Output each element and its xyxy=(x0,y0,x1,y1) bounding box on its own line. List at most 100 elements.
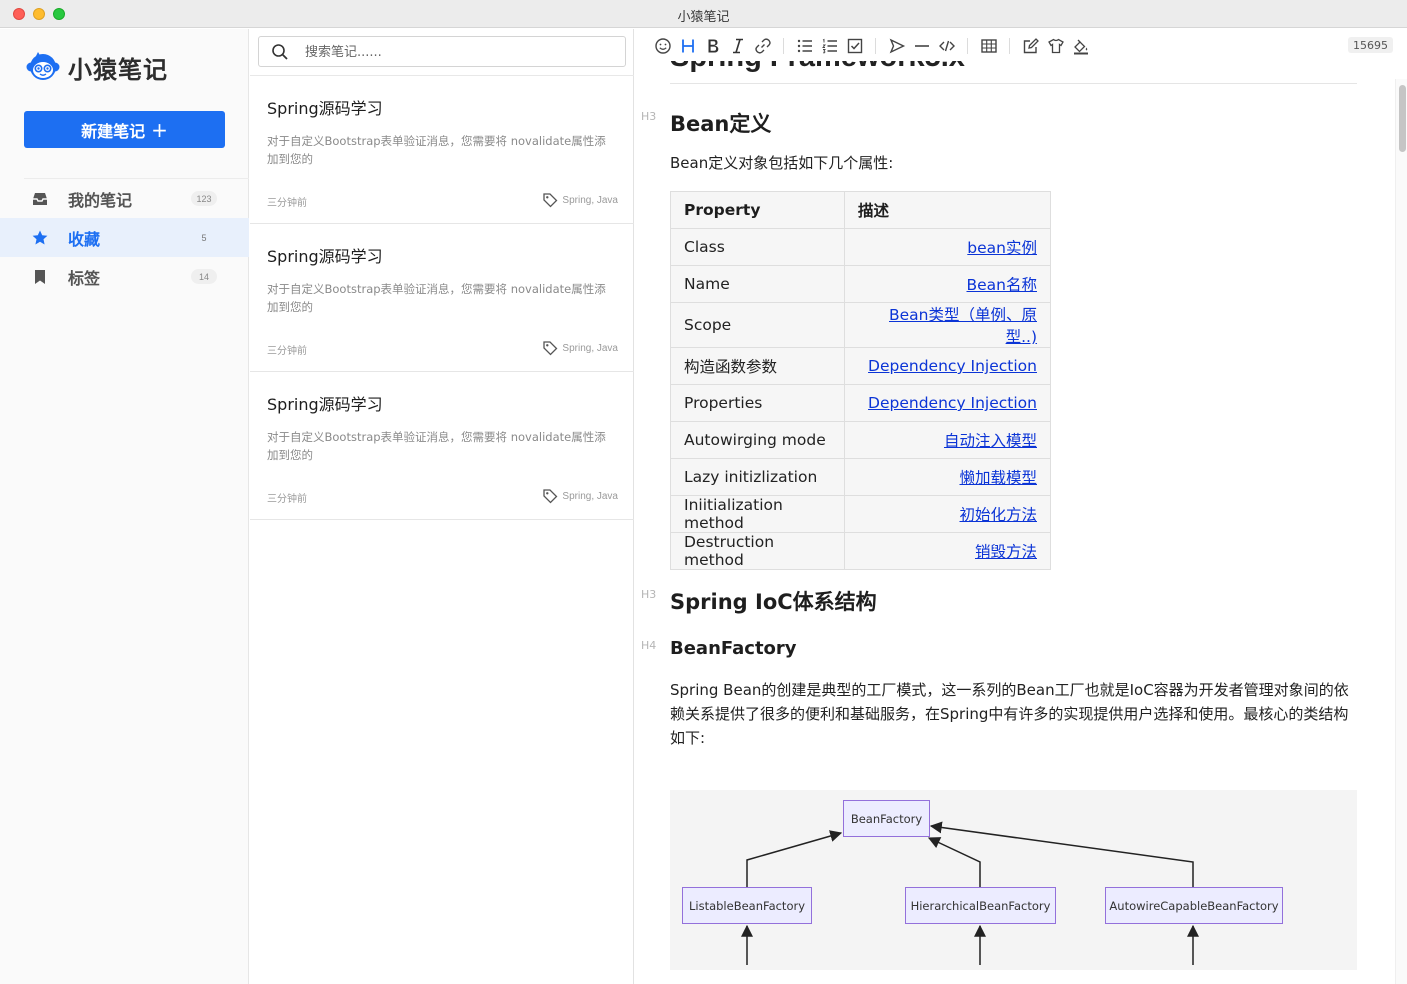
table-link[interactable]: Dependency Injection xyxy=(868,394,1037,412)
table-cell: Properties xyxy=(670,384,845,422)
sidebar-item-tags[interactable]: 标签 14 xyxy=(0,257,249,296)
table-row: Destruction method 销毁方法 xyxy=(670,532,1051,570)
logo-text: 小猿笔记 xyxy=(68,55,168,84)
section-paragraph: Spring Bean的创建是典型的工厂模式，这一系列的Bean工厂也就是IoC… xyxy=(670,681,1349,747)
search-icon xyxy=(272,44,288,60)
table-row: Scope Bean类型（单例、原型..) xyxy=(670,302,1051,348)
sidebar-item-label: 收藏 xyxy=(68,229,101,249)
uml-node: ListableBeanFactory xyxy=(682,887,812,924)
table-row: 构造函数参数 Dependency Injection xyxy=(670,347,1051,385)
italic-icon[interactable] xyxy=(728,36,748,56)
note-title: Spring源码学习 xyxy=(267,99,383,118)
subsection-heading: BeanFactory xyxy=(670,638,797,659)
sidebar-item-favorites[interactable]: 收藏 5 xyxy=(0,218,249,257)
table-cell: Bean类型（单例、原型..) xyxy=(844,302,1051,348)
emoji-icon[interactable] xyxy=(653,36,673,56)
edit-icon[interactable] xyxy=(1021,36,1041,56)
scrollbar-thumb[interactable] xyxy=(1399,85,1406,152)
heading-icon[interactable] xyxy=(678,36,698,56)
table-header-row: Property 描述 xyxy=(670,191,1051,229)
sidebar: 小猿笔记 新建笔记 + 我的笔记 123 收藏 5 标签 14 xyxy=(0,29,249,984)
table-row: Autowirging mode 自动注入模型 xyxy=(670,421,1051,459)
sidebar-item-count: 14 xyxy=(191,269,217,284)
code-icon[interactable] xyxy=(937,36,957,56)
sidebar-item-count: 5 xyxy=(201,232,207,243)
table-row: Class bean实例 xyxy=(670,228,1051,266)
table-cell: 懒加载模型 xyxy=(844,458,1051,496)
section-heading: Spring IoC体系结构 xyxy=(670,590,877,614)
note-tags: Spring, Java xyxy=(542,488,618,504)
note-card[interactable]: Spring源码学习 对于自定义Bootstrap表单验证消息，您需要将 nov… xyxy=(250,372,634,520)
note-excerpt: 对于自定义Bootstrap表单验证消息，您需要将 novalidate属性添加… xyxy=(267,134,606,166)
link-icon[interactable] xyxy=(753,36,773,56)
tag-icon xyxy=(543,341,558,356)
table-cell: 销毁方法 xyxy=(844,532,1051,570)
inbox-icon xyxy=(31,190,49,208)
search-box xyxy=(258,36,626,67)
table-link[interactable]: Bean类型（单例、原型..) xyxy=(889,306,1037,346)
table-cell: Dependency Injection xyxy=(844,384,1051,422)
table-icon[interactable] xyxy=(979,36,999,56)
table-cell: Lazy initizlization xyxy=(670,458,845,496)
uml-node: BeanFactory xyxy=(843,800,930,837)
table-link[interactable]: bean实例 xyxy=(967,239,1037,257)
window-title: 小猿笔记 xyxy=(677,10,730,25)
search-input[interactable] xyxy=(305,41,605,63)
note-title: Spring源码学习 xyxy=(267,395,383,414)
diagram-edges xyxy=(741,821,1199,965)
table-link[interactable]: 懒加载模型 xyxy=(959,469,1037,487)
note-excerpt: 对于自定义Bootstrap表单验证消息，您需要将 novalidate属性添加… xyxy=(267,430,606,462)
tag-icon xyxy=(543,193,558,208)
editor-scrollbar[interactable] xyxy=(1395,79,1407,984)
table-cell: Class xyxy=(670,228,845,266)
table-link[interactable]: 初始化方法 xyxy=(959,506,1037,524)
note-list-panel: Spring源码学习 对于自定义Bootstrap表单验证消息，您需要将 nov… xyxy=(250,29,634,984)
class-diagram: BeanFactory ListableBeanFactory Hierarch… xyxy=(670,790,1357,970)
document: Spring Framework5.x H3 Bean定义 Bean定义对象包括… xyxy=(635,29,1395,984)
note-card[interactable]: Spring源码学习 对于自定义Bootstrap表单验证消息，您需要将 nov… xyxy=(250,76,634,224)
editor-toolbar: 15695 xyxy=(635,29,1407,61)
toolbar-separator xyxy=(967,38,968,54)
note-card[interactable]: Spring源码学习 对于自定义Bootstrap表单验证消息，您需要将 nov… xyxy=(250,224,634,372)
theme-icon[interactable] xyxy=(1046,36,1066,56)
bold-icon[interactable] xyxy=(703,36,723,56)
tag-icon xyxy=(543,489,558,504)
note-time: 三分钟前 xyxy=(267,346,307,357)
new-note-label: 新建笔记 xyxy=(81,121,146,141)
format-icon[interactable] xyxy=(1071,36,1091,56)
app-window: 小猿笔记 小猿笔记 新建笔记 + 我的笔记 123 收藏 5 标签 14 搜索笔… xyxy=(0,0,1407,984)
section-heading: Bean定义 xyxy=(670,112,772,136)
heading-level-marker: H3 xyxy=(641,588,657,601)
sidebar-item-my-notes[interactable]: 我的笔记 123 xyxy=(0,179,249,218)
editor-panel: Spring Framework5.x H3 Bean定义 Bean定义对象包括… xyxy=(635,29,1407,984)
checklist-icon[interactable] xyxy=(845,36,865,56)
note-title: Spring源码学习 xyxy=(267,247,383,266)
table-header-cell: 描述 xyxy=(844,191,1051,229)
table-cell: 初始化方法 xyxy=(844,495,1051,533)
note-tags: Spring, Java xyxy=(542,192,618,208)
note-time: 三分钟前 xyxy=(267,198,307,209)
note-tags-text: Spring, Java xyxy=(562,490,618,502)
table-cell: Iniitialization method xyxy=(670,495,845,533)
table-row: Lazy initizlization 懒加载模型 xyxy=(670,458,1051,496)
bullet-list-icon[interactable] xyxy=(795,36,815,56)
hr-icon[interactable] xyxy=(912,36,932,56)
table-link[interactable]: 销毁方法 xyxy=(975,543,1037,561)
property-table: Property 描述 Class bean实例 Name Bean名称 Scope… xyxy=(670,191,1051,570)
table-row: Properties Dependency Injection xyxy=(670,384,1051,422)
toolbar-separator xyxy=(1009,38,1010,54)
ordered-list-icon[interactable] xyxy=(820,36,840,56)
quote-icon[interactable] xyxy=(887,36,907,56)
table-link[interactable]: Bean名称 xyxy=(967,276,1038,294)
table-link[interactable]: 自动注入模型 xyxy=(944,432,1037,450)
table-cell: Name xyxy=(670,265,845,303)
title-bar: 小猿笔记 xyxy=(0,0,1407,28)
table-link[interactable]: Dependency Injection xyxy=(868,357,1037,375)
table-cell: Destruction method xyxy=(670,532,845,570)
table-cell: Autowirging mode xyxy=(670,421,845,459)
sidebar-item-label: 标签 xyxy=(68,268,101,288)
new-note-button[interactable]: 新建笔记 + xyxy=(24,111,225,148)
heading-level-marker: H4 xyxy=(641,639,657,652)
plus-icon: + xyxy=(151,117,168,142)
bookmark-icon xyxy=(31,268,49,286)
